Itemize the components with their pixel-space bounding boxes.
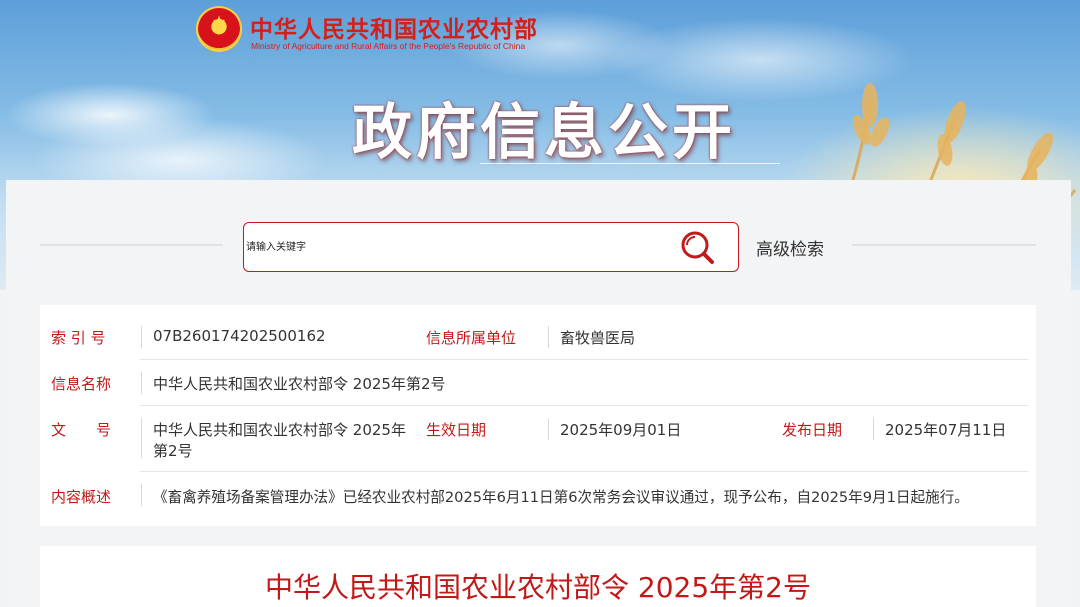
column-divider bbox=[141, 372, 142, 394]
column-divider bbox=[141, 326, 142, 348]
row-divider bbox=[140, 359, 1028, 360]
search-divider-left bbox=[40, 244, 223, 246]
document-number-value-line1: 中华人民共和国农业农村部令 2025年 bbox=[153, 421, 406, 439]
row-divider bbox=[140, 471, 1028, 472]
summary-label: 内容概述 bbox=[51, 488, 112, 506]
info-name-value: 中华人民共和国农业农村部令 2025年第2号 bbox=[153, 375, 446, 393]
summary-value: 《畜禽养殖场备案管理办法》已经农业农村部2025年6月11日第6次常务会议审议通… bbox=[153, 489, 969, 506]
column-divider bbox=[141, 418, 142, 458]
national-emblem-icon bbox=[196, 6, 242, 52]
publish-date-value: 2025年07月11日 bbox=[885, 421, 1007, 439]
page-title: 政府信息公开 bbox=[352, 98, 736, 168]
search-box bbox=[243, 222, 739, 272]
title-divider bbox=[480, 163, 780, 164]
owner-unit-value: 畜牧兽医局 bbox=[560, 329, 636, 347]
document-number-label: 文 号 bbox=[51, 421, 112, 439]
document-title: 中华人民共和国农业农村部令 2025年第2号 bbox=[265, 571, 811, 604]
search-input[interactable] bbox=[244, 223, 664, 271]
advanced-search-link[interactable]: 高级检索 bbox=[756, 235, 824, 260]
info-name-label: 信息名称 bbox=[51, 375, 112, 393]
column-divider bbox=[141, 484, 142, 506]
document-number-value-line2: 第2号 bbox=[153, 442, 193, 460]
index-number-value: 07B260174202500162 bbox=[153, 327, 326, 345]
search-icon[interactable] bbox=[678, 229, 716, 267]
index-number-label: 索 引 号 bbox=[51, 329, 106, 347]
effective-date-label: 生效日期 bbox=[426, 421, 487, 439]
column-divider bbox=[548, 418, 549, 440]
owner-unit-label: 信息所属单位 bbox=[426, 329, 517, 347]
search-divider-right bbox=[852, 244, 1036, 246]
publish-date-label: 发布日期 bbox=[782, 421, 843, 439]
ministry-name-cn[interactable]: 中华人民共和国农业农村部 bbox=[250, 10, 538, 44]
column-divider bbox=[873, 418, 874, 440]
ministry-name-en[interactable]: Ministry of Agriculture and Rural Affair… bbox=[251, 41, 525, 51]
column-divider bbox=[548, 326, 549, 348]
row-divider bbox=[140, 405, 1028, 406]
effective-date-value: 2025年09月01日 bbox=[560, 421, 682, 439]
